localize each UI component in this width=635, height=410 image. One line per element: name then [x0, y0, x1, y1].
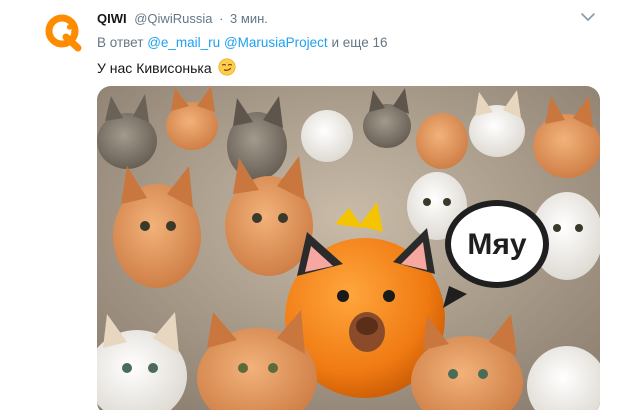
- tweet-media-photo[interactable]: Мяу: [97, 86, 600, 410]
- tweet-timestamp[interactable]: 3 мин.: [230, 11, 268, 26]
- tweet-menu-button[interactable]: [580, 10, 596, 24]
- speech-bubble-text: Мяу: [467, 228, 526, 261]
- qiwi-logo-icon: [45, 14, 82, 52]
- cats-mascot-illustration: Мяу: [97, 86, 600, 410]
- reply-context: В ответ @e_mail_ru @MarusiaProject и еще…: [97, 34, 387, 51]
- author-name[interactable]: QIWI: [97, 11, 127, 26]
- reply-more[interactable]: и еще 16: [331, 35, 387, 50]
- chevron-down-icon: [581, 13, 595, 21]
- smirking-face-emoji: [218, 58, 236, 80]
- tweet: QIWI @QiwiRussia · 3 мин. В ответ @e_mai…: [0, 0, 635, 410]
- tweet-text-content: У нас Кивисонька: [97, 60, 212, 76]
- mention-link[interactable]: @e_mail_ru: [147, 35, 220, 50]
- separator-dot: ·: [219, 11, 224, 26]
- reply-prefix: В ответ: [97, 35, 144, 50]
- mention-link[interactable]: @MarusiaProject: [224, 35, 328, 50]
- tweet-text: У нас Кивисонька: [97, 58, 236, 80]
- avatar[interactable]: [44, 13, 84, 53]
- author-handle[interactable]: @QiwiRussia: [134, 11, 212, 26]
- tweet-header: QIWI @QiwiRussia · 3 мин.: [97, 10, 268, 27]
